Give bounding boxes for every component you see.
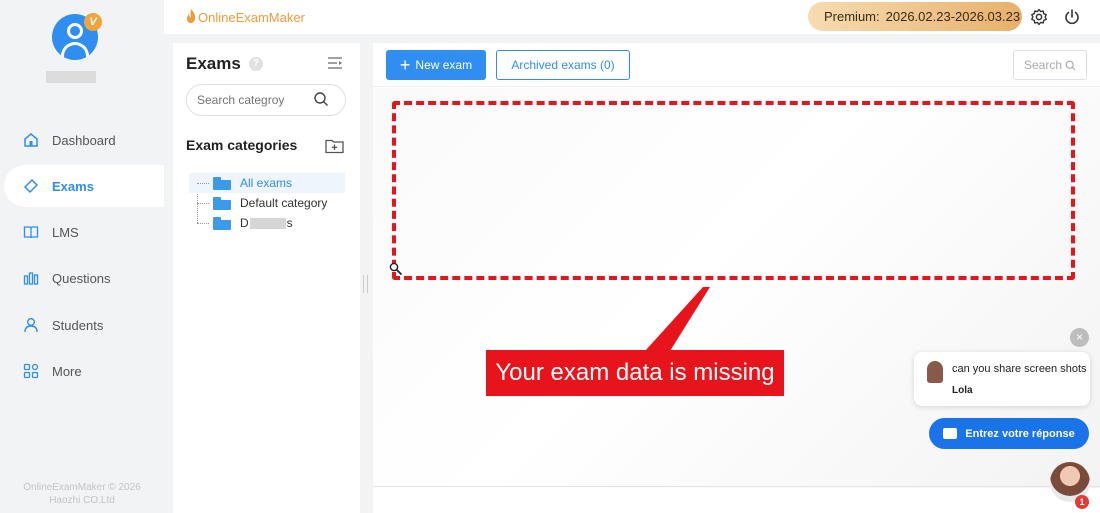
callout-arrow-icon: [645, 287, 710, 351]
folder-icon: [213, 196, 231, 210]
tree-item-redacted[interactable]: D s: [189, 213, 345, 233]
collapse-menu-icon[interactable]: [327, 56, 343, 72]
archived-exams-label: Archived exams (0): [511, 58, 615, 72]
left-nav: V Dashboard Exams LMS Questions Students: [0, 0, 164, 513]
chat-close-button[interactable]: ×: [1070, 328, 1089, 347]
panel-title: Exams: [186, 54, 241, 73]
unread-badge: 1: [1075, 495, 1089, 509]
tree-branch: [197, 202, 209, 204]
categories-panel: Exams ? Exam categories All exams Defaul…: [173, 43, 360, 513]
main-toolbar: + New exam Archived exams (0) Search: [373, 43, 1100, 87]
nav-item-dashboard[interactable]: Dashboard: [0, 119, 164, 161]
copyright-line: OnlineExamMaker © 2026: [23, 482, 141, 493]
agent-avatar-icon: [927, 361, 943, 383]
search-label: Search: [1023, 58, 1063, 72]
chat-reply-label: Entrez votre réponse: [965, 427, 1075, 440]
divider: [373, 486, 1100, 487]
folder-icon: [213, 216, 231, 230]
settings-gear-icon[interactable]: [1029, 7, 1049, 27]
plus-icon: +: [399, 55, 411, 75]
tree-item-label: Default category: [240, 196, 328, 210]
tree-item-label: All exams: [240, 176, 293, 190]
chat-message-text: can you share screen shots: [952, 363, 1087, 375]
book-icon: [22, 223, 40, 241]
app-logo[interactable]: OnlineExamMaker: [184, 8, 305, 27]
nav-item-label: Questions: [52, 270, 111, 286]
tree-item-default-category[interactable]: Default category: [189, 193, 345, 213]
nav-item-label: More: [52, 363, 82, 379]
user-icon: [22, 316, 40, 334]
tree-branch: [197, 182, 209, 184]
company-line: Haozhi CO.Ltd: [49, 495, 115, 506]
nav-item-lms[interactable]: LMS: [0, 211, 164, 253]
nav-item-more[interactable]: More: [0, 350, 164, 392]
logo-text: OnlineExamMaker: [198, 10, 305, 25]
tree-item-label: D: [240, 216, 249, 230]
nav-item-label: Students: [52, 317, 104, 333]
annotation-callout: Your exam data is missing: [486, 350, 784, 396]
premium-badge[interactable]: Premium: 2026.02.23-2026.03.23: [808, 2, 1022, 31]
vip-badge-icon: V: [84, 13, 102, 31]
avatar-head-shape: [67, 23, 83, 39]
folder-icon: [213, 176, 231, 190]
tag-icon: [22, 177, 40, 195]
power-icon[interactable]: [1062, 7, 1082, 27]
help-icon[interactable]: ?: [249, 57, 263, 71]
chat-bubble-icon: [943, 428, 958, 439]
home-icon: [22, 131, 40, 149]
new-exam-label: New exam: [415, 58, 473, 72]
chat-agent-name: Lola: [952, 385, 973, 396]
search-icon[interactable]: [313, 91, 331, 109]
premium-dates: 2026.02.23-2026.03.23: [885, 9, 1021, 24]
panel-resize-handle[interactable]: [363, 275, 368, 293]
nav-item-label: Dashboard: [52, 132, 116, 148]
chat-message-bubble[interactable]: can you share screen shots Lola: [914, 352, 1090, 406]
apps-icon: [22, 362, 40, 380]
nav-item-label: LMS: [52, 224, 79, 240]
nav-item-exams[interactable]: Exams: [4, 165, 164, 207]
nav-item-students[interactable]: Students: [0, 304, 164, 346]
tree-branch: [197, 222, 209, 224]
add-folder-icon[interactable]: [325, 138, 344, 154]
bars-icon: [22, 269, 40, 287]
exam-search-button[interactable]: Search: [1013, 50, 1087, 80]
new-exam-button[interactable]: + New exam: [386, 50, 486, 80]
archived-exams-button[interactable]: Archived exams (0): [496, 50, 630, 80]
search-icon: [1065, 60, 1076, 71]
username-redacted: [46, 71, 96, 83]
avatar-body-shape: [61, 42, 89, 60]
mouse-cursor-icon: [389, 262, 403, 276]
tree-item-all-exams[interactable]: All exams: [189, 173, 345, 193]
premium-label: Premium:: [824, 9, 880, 24]
nav-item-questions[interactable]: Questions: [0, 257, 164, 299]
top-bar: OnlineExamMaker Premium: 2026.02.23-2026…: [164, 0, 1100, 34]
logo-flame-icon: [184, 8, 198, 27]
missing-data-highlight: [392, 101, 1075, 280]
redacted-text-block: [249, 217, 286, 229]
nav-item-label: Exams: [52, 178, 94, 194]
tree-item-suffix: s: [286, 216, 293, 230]
chat-reply-button[interactable]: Entrez votre réponse: [929, 418, 1089, 449]
categories-heading: Exam categories: [186, 137, 298, 153]
